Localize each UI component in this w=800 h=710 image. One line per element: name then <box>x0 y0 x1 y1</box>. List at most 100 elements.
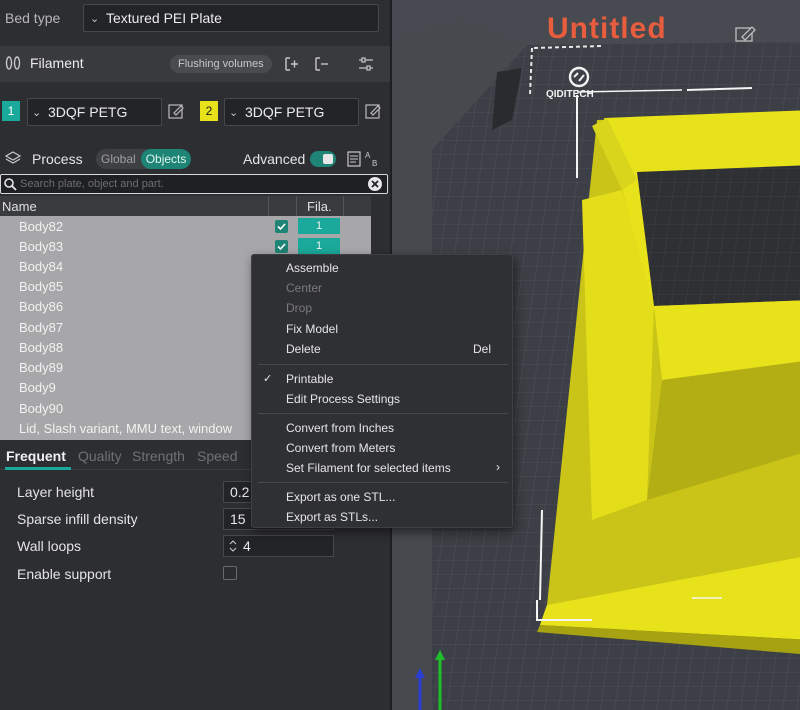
printable-checkbox[interactable] <box>275 220 288 233</box>
object-name: Body88 <box>19 340 64 355</box>
svg-text:B: B <box>372 159 377 168</box>
tab-speed[interactable]: Speed <box>197 448 237 464</box>
clear-search-icon[interactable] <box>367 176 383 192</box>
menu-item-delete[interactable]: Delete Del <box>252 339 514 359</box>
tab-quality[interactable]: Quality <box>78 448 122 464</box>
checkmark-icon <box>277 243 286 251</box>
process-header: Process Global Objects Advanced A B <box>0 146 390 172</box>
menu-item-fix-model[interactable]: Fix Model <box>252 319 514 339</box>
enable-support-label: Enable support <box>17 566 112 582</box>
object-filament-cell[interactable]: 1 <box>298 238 340 254</box>
edit-filament-1-icon[interactable] <box>167 102 185 120</box>
filament-slot-1-dropdown[interactable]: ⌄ 3DQF PETG <box>27 98 162 126</box>
filament-slot-2-badge: 2 <box>200 101 218 121</box>
filament-slot-2-dropdown[interactable]: ⌄ 3DQF PETG <box>224 98 359 126</box>
edit-filament-2-icon[interactable] <box>364 102 382 120</box>
menu-item-label: Edit Process Settings <box>286 392 401 406</box>
wall-loops-label: Wall loops <box>17 538 82 554</box>
menu-item-export-one-stl[interactable]: Export as one STL... <box>252 487 514 507</box>
filament-column-header[interactable]: Fila. <box>307 199 332 214</box>
chevron-down-icon: ⌄ <box>32 106 42 119</box>
object-name: Body86 <box>19 299 64 314</box>
qidi-tech-logo: QIDITECH <box>546 66 594 100</box>
search-icon <box>4 178 17 191</box>
column-divider <box>296 196 297 216</box>
menu-separator <box>258 364 508 365</box>
objects-option[interactable]: Objects <box>140 149 192 169</box>
bed-type-dropdown[interactable]: ⌄ Textured PEI Plate <box>83 4 379 32</box>
menu-item-edit-process-settings[interactable]: Edit Process Settings <box>252 389 514 409</box>
tab-frequent[interactable]: Frequent <box>6 448 66 464</box>
wall-loops-stepper[interactable]: 4 <box>223 535 334 557</box>
sparse-infill-label: Sparse infill density <box>17 511 138 527</box>
bed-type-row: Bed type ⌄ Textured PEI Plate <box>0 0 390 34</box>
add-filament-icon[interactable] <box>281 55 299 73</box>
object-row[interactable]: Body82 1 <box>0 216 371 236</box>
object-name: Body87 <box>19 320 64 335</box>
menu-item-set-filament[interactable]: Set Filament for selected items › <box>252 458 514 478</box>
process-title: Process <box>32 151 83 167</box>
menu-item-label: Drop <box>286 301 313 315</box>
menu-item-export-stls[interactable]: Export as STLs... <box>252 507 514 527</box>
object-row[interactable]: Body83 1 <box>0 236 371 256</box>
printable-checkbox[interactable] <box>275 240 288 253</box>
advanced-toggle[interactable] <box>310 151 336 167</box>
checkmark-icon <box>277 223 286 231</box>
menu-item-assemble[interactable]: Assemble <box>252 258 514 278</box>
menu-item-label: Convert from Meters <box>286 441 396 455</box>
filament-settings-icon[interactable] <box>357 55 375 73</box>
filament-header: Filament Flushing volumes <box>0 46 390 82</box>
chevron-down-icon: ⌄ <box>229 106 239 119</box>
menu-item-label: Convert from Inches <box>286 421 395 435</box>
logo-text: QIDITECH <box>546 89 594 100</box>
object-name: Body90 <box>19 401 64 416</box>
global-option[interactable]: Global <box>96 149 141 169</box>
search-bar <box>0 174 388 194</box>
flushing-volumes-button[interactable]: Flushing volumes <box>170 55 272 73</box>
object-name: Lid, Slash variant, MMU text, window <box>19 421 233 436</box>
menu-item-label: Export as one STL... <box>286 490 396 504</box>
object-name: Body89 <box>19 360 64 375</box>
layer-height-value: 0.2 <box>230 484 250 500</box>
filament-slot-1-badge: 1 <box>2 101 20 121</box>
layer-height-label: Layer height <box>17 484 95 500</box>
object-name: Body84 <box>19 259 64 274</box>
object-filament-cell[interactable]: 1 <box>298 218 340 234</box>
sparse-infill-value: 15 <box>230 511 246 527</box>
column-divider <box>268 196 269 216</box>
context-menu: Assemble Center Drop Fix Model Delete De… <box>251 254 513 528</box>
delete-shortcut: Del <box>472 342 491 356</box>
layers-icon <box>5 151 21 164</box>
menu-item-convert-inches[interactable]: Convert from Inches <box>252 418 514 438</box>
filament-spool-icon <box>5 56 21 70</box>
search-input[interactable] <box>20 176 360 192</box>
object-name: Body82 <box>19 219 64 234</box>
menu-item-convert-meters[interactable]: Convert from Meters <box>252 438 514 458</box>
stepper-arrows-icon[interactable] <box>227 538 239 554</box>
tab-strength[interactable]: Strength <box>132 448 185 464</box>
svg-text:A: A <box>365 151 371 160</box>
name-column-header[interactable]: Name <box>2 199 37 214</box>
menu-item-center[interactable]: Center <box>252 278 514 298</box>
menu-item-label: Export as STLs... <box>286 510 379 524</box>
object-name: Body83 <box>19 239 64 254</box>
enable-support-checkbox[interactable] <box>223 566 237 580</box>
filament-slot-2-name: 3DQF PETG <box>245 104 325 120</box>
menu-item-drop[interactable]: Drop <box>252 298 514 318</box>
menu-separator <box>258 413 508 414</box>
menu-item-printable[interactable]: ✓ Printable <box>252 369 514 389</box>
bed-type-label: Bed type <box>5 10 61 26</box>
global-objects-switch[interactable]: Global Objects <box>96 149 192 169</box>
chevron-down-icon: ⌄ <box>90 12 100 25</box>
object-name: Body85 <box>19 279 64 294</box>
check-icon: ✓ <box>263 373 273 385</box>
rename-project-icon[interactable] <box>734 24 760 44</box>
compare-presets-icon[interactable]: A B <box>347 149 381 169</box>
menu-item-label: Fix Model <box>286 322 339 336</box>
filament-title: Filament <box>30 55 84 71</box>
remove-filament-icon[interactable] <box>311 55 329 73</box>
wall-loops-value: 4 <box>243 538 251 554</box>
menu-item-label: Assemble <box>286 261 339 275</box>
object-list-header: Name Fila. <box>0 196 371 216</box>
menu-item-label: Set Filament for selected items <box>286 461 451 475</box>
